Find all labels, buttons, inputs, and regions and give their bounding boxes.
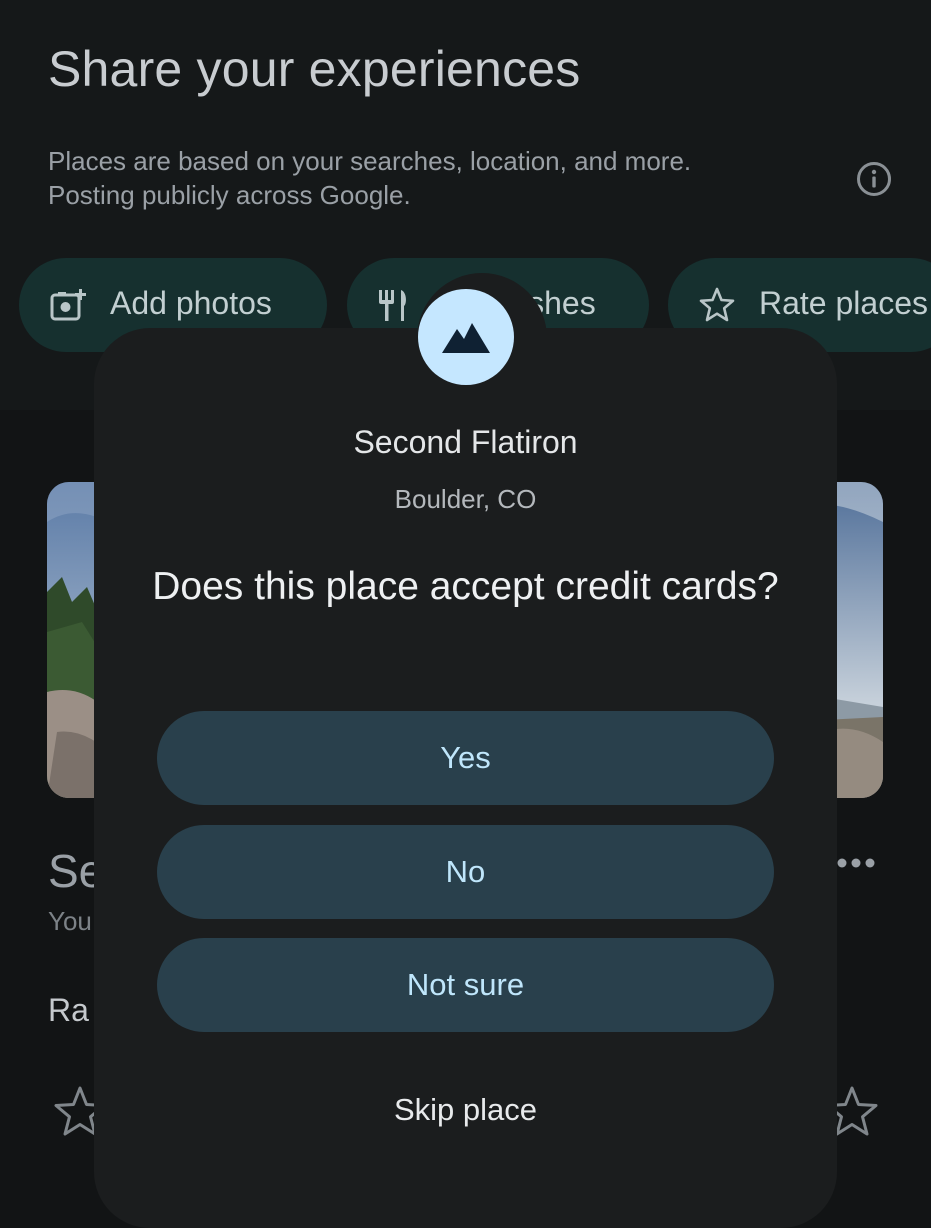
page-title: Share your experiences [48, 41, 581, 97]
answer-no-button[interactable]: No [157, 825, 774, 919]
restaurant-icon [379, 290, 406, 321]
info-icon[interactable] [856, 161, 892, 197]
skip-place-button[interactable]: Skip place [94, 1092, 837, 1128]
add-photo-icon [50, 289, 86, 321]
answer-yes-button[interactable]: Yes [157, 711, 774, 805]
rate-places-label: Rate places [759, 285, 928, 321]
answer-not-sure-button[interactable]: Not sure [157, 938, 774, 1032]
mountain-icon [442, 323, 490, 353]
question-text: Does this place accept credit cards? [152, 565, 779, 608]
rate-heading-fragment: Ra [48, 992, 89, 1028]
star-outline-icon [699, 287, 735, 322]
place-subtitle-fragment: You [48, 906, 92, 936]
page-description: Places are based on your searches, locat… [48, 146, 692, 210]
place-badge [418, 289, 514, 385]
more-horizontal-icon[interactable] [836, 851, 876, 875]
place-name: Second Flatiron [353, 424, 578, 460]
place-location: Boulder, CO [394, 484, 537, 514]
add-photos-label: Add photos [110, 285, 272, 321]
